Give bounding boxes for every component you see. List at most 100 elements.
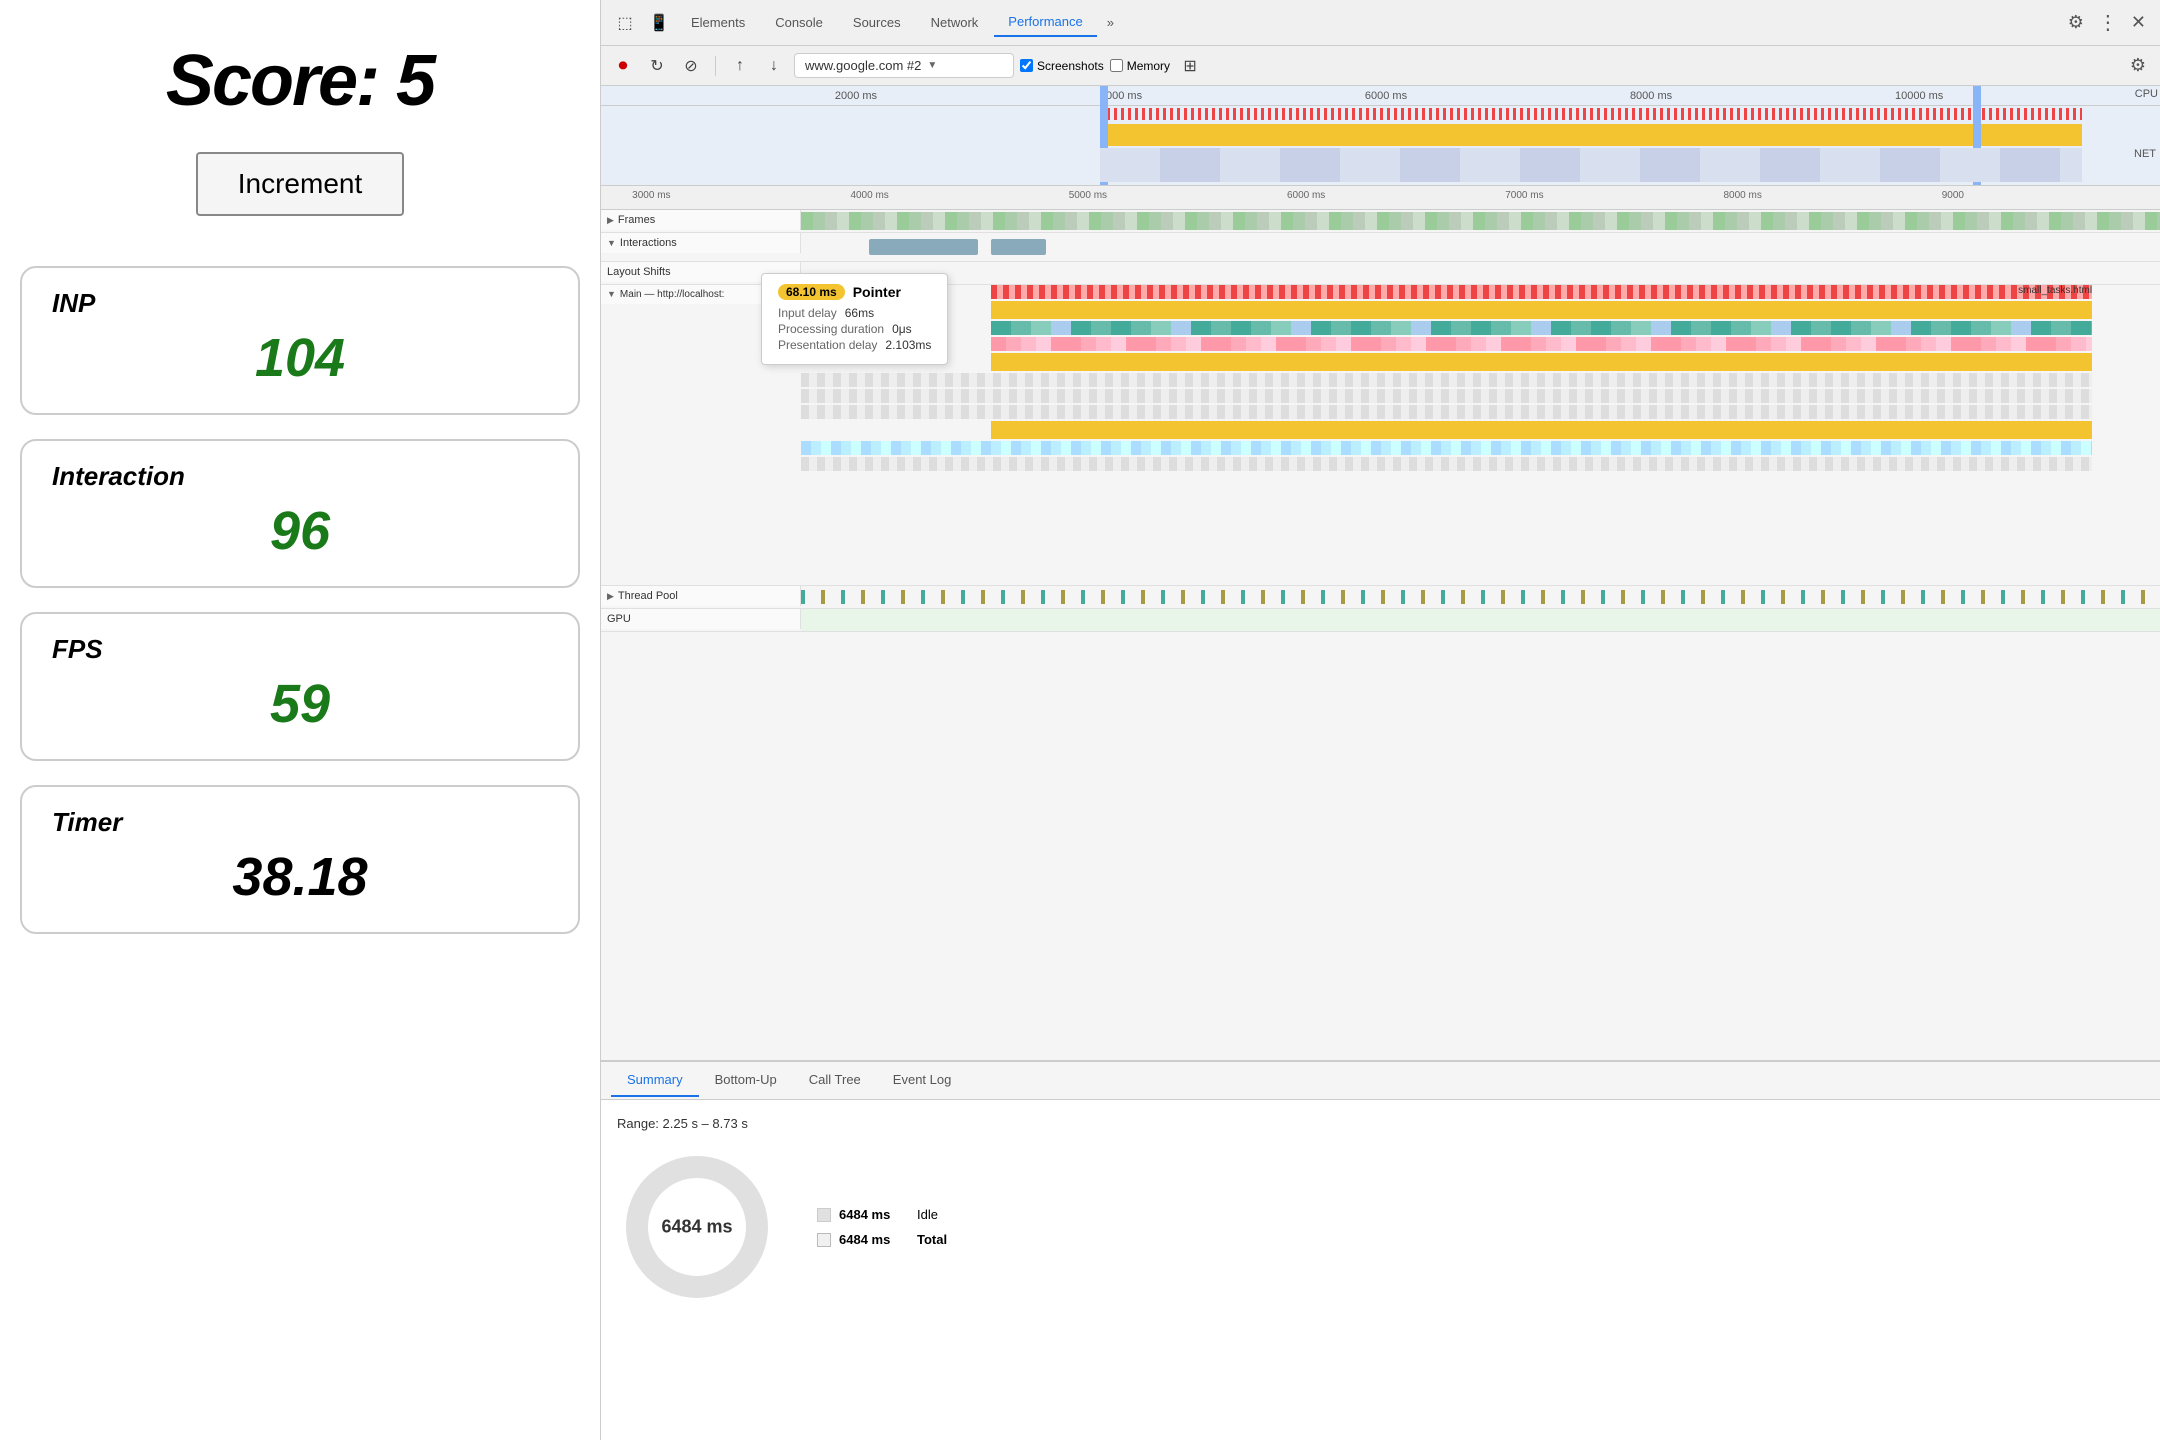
tab-event-log[interactable]: Event Log — [877, 1064, 968, 1097]
tab-elements[interactable]: Elements — [677, 9, 759, 36]
capture-icon[interactable]: ⊞ — [1176, 52, 1204, 80]
memory-label: Memory — [1127, 59, 1170, 73]
thread-pool-strip — [801, 590, 2160, 604]
tab-more[interactable]: » — [1099, 9, 1122, 36]
thread-pool-track: ▶ Thread Pool — [601, 586, 2160, 609]
main-row-2 — [991, 337, 2092, 351]
tooltip-input-delay: Input delay 66ms — [778, 306, 931, 320]
toolbar-divider — [715, 56, 716, 76]
interactions-label: ▼ Interactions — [601, 233, 801, 253]
tooltip-title: 68.10 ms Pointer — [778, 284, 931, 300]
legend-idle: 6484 ms Idle — [817, 1207, 947, 1222]
timeline-ruler: 3000 ms 4000 ms 5000 ms 6000 ms 7000 ms … — [601, 186, 2160, 210]
mark-6000: 6000 ms — [1287, 190, 1325, 201]
tooltip-processing-val: 0μs — [892, 322, 912, 336]
tab-call-tree[interactable]: Call Tree — [793, 1064, 877, 1097]
interaction-block-2 — [991, 239, 1045, 255]
total-label: Total — [917, 1232, 947, 1247]
main-row-1 — [991, 321, 2092, 335]
thread-pool-arrow[interactable]: ▶ — [607, 591, 614, 602]
timeline-main: 3000 ms 4000 ms 5000 ms 6000 ms 7000 ms … — [601, 186, 2160, 1060]
fps-label: FPS — [52, 634, 548, 665]
metric-card-interaction: Interaction 96 — [20, 439, 580, 588]
frames-label: ▶ Frames — [601, 210, 801, 230]
main-red-strip — [991, 285, 2092, 299]
gpu-text: GPU — [607, 613, 631, 625]
devtools-panel: ⬚ 📱 Elements Console Sources Network Per… — [600, 0, 2160, 1440]
settings-icon[interactable]: ⚙ — [2062, 6, 2090, 39]
tooltip-type: Pointer — [853, 284, 901, 300]
perf-settings-icon[interactable]: ⚙ — [2124, 49, 2152, 82]
mark-3000: 3000 ms — [632, 190, 670, 201]
metric-card-inp: INP 104 — [20, 266, 580, 415]
timeline-overview[interactable]: 2000 ms 4000 ms 6000 ms 8000 ms 10000 ms… — [601, 86, 2160, 186]
url-dropdown-icon[interactable]: ▼ — [927, 60, 937, 71]
tab-bottom-up[interactable]: Bottom-Up — [699, 1064, 793, 1097]
interaction-label: Interaction — [52, 461, 548, 492]
more-options-icon[interactable]: ⋮ — [2092, 4, 2123, 41]
close-icon[interactable]: ✕ — [2125, 6, 2152, 39]
screenshot-strip — [1100, 148, 2082, 182]
tab-performance[interactable]: Performance — [994, 8, 1096, 37]
gpu-label: GPU — [601, 609, 801, 629]
timer-value: 38.18 — [52, 846, 548, 908]
memory-checkbox[interactable] — [1110, 59, 1123, 72]
screenshots-checkbox-group: Screenshots — [1020, 59, 1104, 73]
device-icon[interactable]: 📱 — [643, 7, 675, 39]
tooltip-time-badge: 68.10 ms — [778, 284, 845, 300]
ruler-6000: 6000 ms — [1365, 90, 1407, 102]
main-thread-text: Main — http://localhost: — [620, 289, 725, 300]
frames-arrow[interactable]: ▶ — [607, 215, 614, 226]
metric-card-timer: Timer 38.18 — [20, 785, 580, 934]
record-icon[interactable]: ⏺ — [609, 52, 637, 80]
ruler-2000: 2000 ms — [835, 90, 877, 102]
cpu-yellow-bar — [1100, 124, 2082, 146]
reload-icon[interactable]: ↻ — [643, 52, 671, 80]
gpu-content — [801, 609, 2160, 631]
legend-area: 6484 ms Idle 6484 ms Total — [817, 1207, 947, 1247]
timer-label: Timer — [52, 807, 548, 838]
thread-pool-text: Thread Pool — [618, 590, 678, 602]
tab-summary[interactable]: Summary — [611, 1064, 699, 1097]
tracks-container[interactable]: ▶ Frames ▼ Interactions — [601, 210, 2160, 1060]
main-yellow-3 — [991, 421, 2092, 439]
devtools-topbar: ⬚ 📱 Elements Console Sources Network Per… — [601, 0, 2160, 46]
screenshots-checkbox[interactable] — [1020, 59, 1033, 72]
interactions-arrow[interactable]: ▼ — [607, 238, 616, 248]
interactions-track: ▼ Interactions 68.10 ms Pointer Input de… — [601, 233, 2160, 262]
tooltip-processing-label: Processing duration — [778, 322, 884, 336]
score-label: Score: — [166, 41, 378, 121]
clear-icon[interactable]: ⊘ — [677, 52, 705, 80]
idle-ms: 6484 ms — [839, 1207, 909, 1222]
interaction-tooltip: 68.10 ms Pointer Input delay 66ms Proces… — [761, 273, 948, 365]
tab-sources[interactable]: Sources — [839, 9, 915, 36]
inspect-icon[interactable]: ⬚ — [609, 7, 641, 39]
main-thread-content: small_tasks.html — [801, 285, 2160, 585]
devtools-toolbar: ⏺ ↻ ⊘ ↑ ↓ www.google.com #2 ▼ Screenshot… — [601, 46, 2160, 86]
main-arrow[interactable]: ▼ — [607, 289, 616, 299]
tooltip-processing: Processing duration 0μs — [778, 322, 931, 336]
bottom-content: Range: 2.25 s – 8.73 s 6484 ms 6484 ms I… — [601, 1100, 2160, 1440]
interaction-value: 96 — [52, 500, 548, 562]
download-icon[interactable]: ↓ — [760, 52, 788, 80]
tooltip-presentation-label: Presentation delay — [778, 338, 877, 352]
main-row-3 — [801, 373, 2092, 387]
url-bar: www.google.com #2 ▼ — [794, 53, 1014, 78]
metric-card-fps: FPS 59 — [20, 612, 580, 761]
net-label: NET — [2134, 148, 2156, 160]
main-row-4 — [801, 389, 2092, 403]
tab-network[interactable]: Network — [917, 9, 993, 36]
summary-chart-area: 6484 ms 6484 ms Idle 6484 ms Total — [617, 1147, 2144, 1307]
left-panel: Score: 5 Increment INP 104 Interaction 9… — [0, 0, 600, 1440]
tab-console[interactable]: Console — [761, 9, 837, 36]
mark-9000: 9000 — [1942, 190, 1964, 201]
ruler-10000: 10000 ms — [1895, 90, 1943, 102]
idle-swatch — [817, 1208, 831, 1222]
score-value: 5 — [396, 41, 434, 121]
increment-button[interactable]: Increment — [196, 152, 405, 216]
tooltip-presentation: Presentation delay 2.103ms — [778, 338, 931, 352]
total-ms: 6484 ms — [839, 1232, 909, 1247]
cpu-label: CPU — [2135, 88, 2158, 100]
bottom-tabs: Summary Bottom-Up Call Tree Event Log — [601, 1062, 2160, 1100]
upload-icon[interactable]: ↑ — [726, 52, 754, 80]
